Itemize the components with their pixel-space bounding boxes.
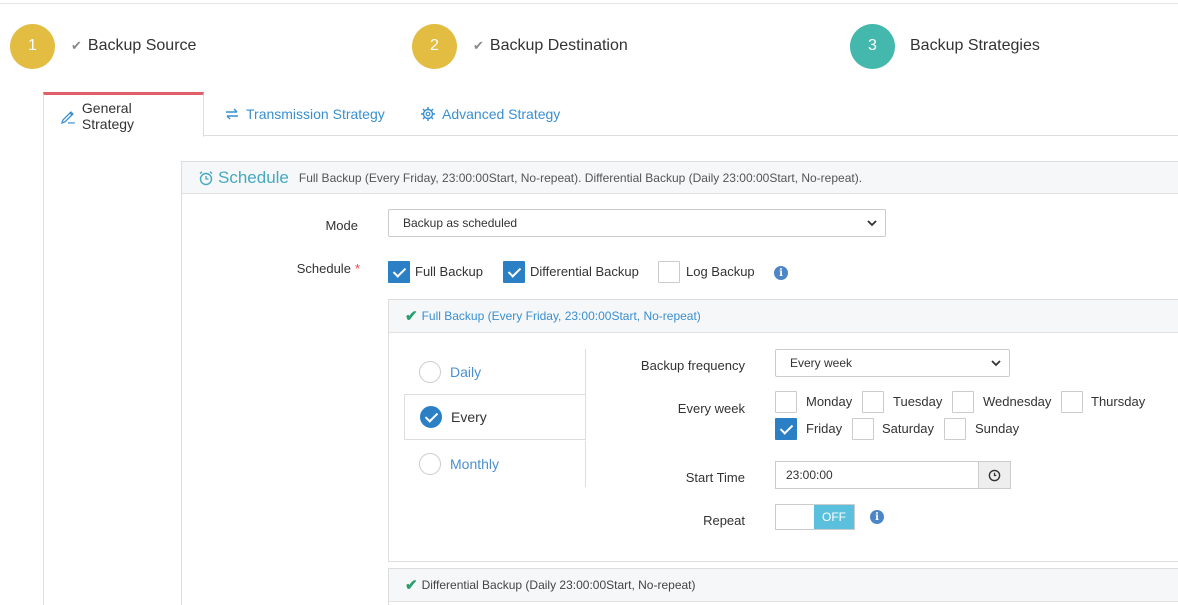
differential-backup-header-text: Differential Backup (Daily 23:00:00Start… [421, 578, 696, 592]
tab-label: General Strategy [81, 100, 135, 132]
tuesday-label: Tuesday [893, 394, 943, 409]
start-time-input[interactable]: 23:00:00 [775, 461, 979, 489]
check-icon: ✔ [405, 577, 418, 594]
chevron-down-icon [867, 220, 877, 227]
clock-icon [988, 469, 1001, 481]
check-icon: ✔ [71, 38, 82, 53]
thursday-checkbox[interactable] [1061, 391, 1083, 413]
friday-label: Friday [806, 421, 843, 436]
schedule-title: Schedule [218, 167, 289, 187]
thursday-label: Thursday [1091, 394, 1146, 409]
tab-general-strategy[interactable]: General Strategy [43, 92, 204, 137]
full-backup-header-text: Full Backup (Every Friday, 23:00:00Start… [421, 309, 701, 323]
repeat-toggle[interactable]: OFF [775, 504, 855, 530]
start-time-label: Start Time [685, 470, 745, 485]
full-backup-header[interactable]: ✔ Full Backup (Every Friday, 23:00:00Sta… [389, 300, 1178, 333]
time-picker-button[interactable] [979, 461, 1011, 489]
gear-icon [421, 107, 435, 121]
tab-label: Transmission Strategy [246, 106, 385, 122]
differential-backup-checkbox[interactable] [503, 261, 525, 283]
period-option-monthly[interactable]: Monthly [404, 441, 586, 487]
schedule-panel-header: Schedule Full Backup (Every Friday, 23:0… [182, 162, 1178, 194]
every-week-label: Every week [677, 401, 745, 416]
tab-label: Advanced Strategy [442, 106, 561, 122]
chevron-down-icon [991, 360, 1001, 367]
differential-backup-panel: ✔ Differential Backup (Daily 23:00:00Sta… [388, 568, 1178, 605]
friday-checkbox[interactable] [775, 418, 797, 440]
period-option-every[interactable]: Every [404, 394, 586, 440]
pencil-icon [60, 111, 75, 124]
step-label: Backup Destination [489, 37, 628, 54]
daily-radio[interactable] [419, 361, 441, 383]
monthly-radio[interactable] [419, 453, 441, 475]
period-label: Daily [450, 364, 482, 380]
alarm-clock-icon [199, 170, 213, 185]
tab-advanced-strategy[interactable]: Advanced Strategy [420, 92, 560, 136]
schedule-label-text: Schedule [296, 261, 351, 276]
schedule-info-icon[interactable]: i [774, 266, 788, 280]
backup-frequency-label: Backup frequency [640, 358, 745, 373]
mode-select-value: Backup as scheduled [403, 216, 518, 230]
saturday-checkbox[interactable] [852, 418, 874, 440]
backup-frequency-value: Every week [790, 356, 853, 370]
wednesday-checkbox[interactable] [952, 391, 974, 413]
check-icon: ✔ [473, 38, 484, 53]
sunday-label: Sunday [975, 421, 1020, 436]
repeat-info-icon[interactable]: i [870, 510, 884, 524]
wednesday-label: Wednesday [983, 394, 1052, 409]
saturday-label: Saturday [882, 421, 935, 436]
period-option-daily[interactable]: Daily [404, 349, 586, 395]
step-number-badge: 1 [10, 23, 55, 69]
mode-select[interactable]: Backup as scheduled [388, 209, 886, 237]
schedule-label: Schedule * [278, 261, 360, 276]
step-number-badge: 2 [412, 23, 457, 69]
wizard-step-backup-strategies[interactable]: 3 Backup Strategies [850, 23, 1040, 69]
monday-label: Monday [806, 394, 853, 409]
tuesday-checkbox[interactable] [862, 391, 884, 413]
tab-transmission-strategy[interactable]: Transmission Strategy [224, 92, 385, 136]
log-backup-checkbox[interactable] [658, 261, 680, 283]
step-number-badge: 3 [850, 23, 895, 69]
mode-label: Mode [325, 218, 358, 233]
differential-backup-header[interactable]: ✔ Differential Backup (Daily 23:00:00Sta… [389, 569, 1178, 602]
required-asterisk: * [354, 261, 360, 276]
sunday-checkbox[interactable] [944, 418, 966, 440]
top-divider [0, 3, 1178, 4]
wizard-step-backup-source[interactable]: 1 ✔ Backup Source [10, 23, 196, 69]
every-radio[interactable] [420, 406, 442, 428]
backup-frequency-select[interactable]: Every week [775, 349, 1010, 377]
check-icon: ✔ [405, 308, 418, 325]
step-label: Backup Strategies [910, 37, 1040, 54]
full-backup-checkbox[interactable] [388, 261, 410, 283]
monday-checkbox[interactable] [775, 391, 797, 413]
differential-backup-label: Differential Backup [530, 264, 639, 279]
log-backup-label: Log Backup [686, 264, 755, 279]
transfer-arrows-icon [226, 108, 238, 120]
full-backup-label: Full Backup [415, 264, 483, 279]
tab-content-border [43, 136, 44, 605]
toggle-state: OFF [814, 505, 854, 529]
wizard-step-backup-destination[interactable]: 2 ✔ Backup Destination [412, 23, 628, 69]
step-label: Backup Source [87, 37, 197, 54]
period-label: Monthly [450, 456, 500, 472]
period-label: Every [451, 409, 487, 425]
schedule-summary: Full Backup (Every Friday, 23:00:00Start… [298, 170, 863, 185]
strategy-tabs: General Strategy Transmission Strategy A… [43, 92, 1178, 137]
repeat-label: Repeat [703, 513, 745, 528]
